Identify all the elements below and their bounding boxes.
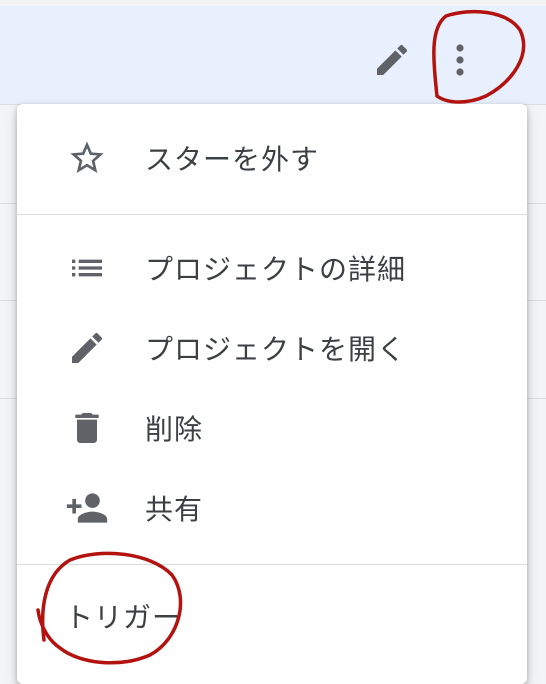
menu-item-triggers[interactable]: トリガー: [17, 578, 527, 654]
list-icon: [65, 246, 109, 290]
menu-divider: [17, 214, 527, 215]
more-vert-icon: [453, 40, 467, 84]
menu-item-label: 共有: [145, 493, 204, 526]
edit-button[interactable]: [366, 36, 418, 88]
menu-item-delete[interactable]: 削除: [17, 390, 527, 466]
pencil-icon: [65, 326, 109, 370]
menu-item-label: スターを外す: [145, 143, 320, 176]
star-outline-icon: [65, 136, 109, 180]
menu-item-label: プロジェクトの詳細: [145, 253, 407, 286]
pencil-icon: [372, 40, 412, 84]
project-context-menu: スターを外す プロジェクトの詳細 プロジェクトを開く 削除 共有 トリガー: [17, 104, 527, 684]
menu-divider: [17, 564, 527, 565]
more-options-button[interactable]: [436, 36, 484, 88]
menu-item-unstar[interactable]: スターを外す: [17, 120, 527, 196]
menu-item-label: トリガー: [65, 601, 182, 634]
trash-icon: [65, 406, 109, 450]
menu-item-share[interactable]: 共有: [17, 470, 527, 546]
menu-item-project-details[interactable]: プロジェクトの詳細: [17, 230, 527, 306]
menu-item-label: プロジェクトを開く: [145, 333, 407, 366]
selected-project-row[interactable]: [0, 6, 546, 105]
menu-item-open-project[interactable]: プロジェクトを開く: [17, 310, 527, 386]
person-add-icon: [65, 486, 109, 530]
menu-item-label: 削除: [145, 413, 204, 446]
